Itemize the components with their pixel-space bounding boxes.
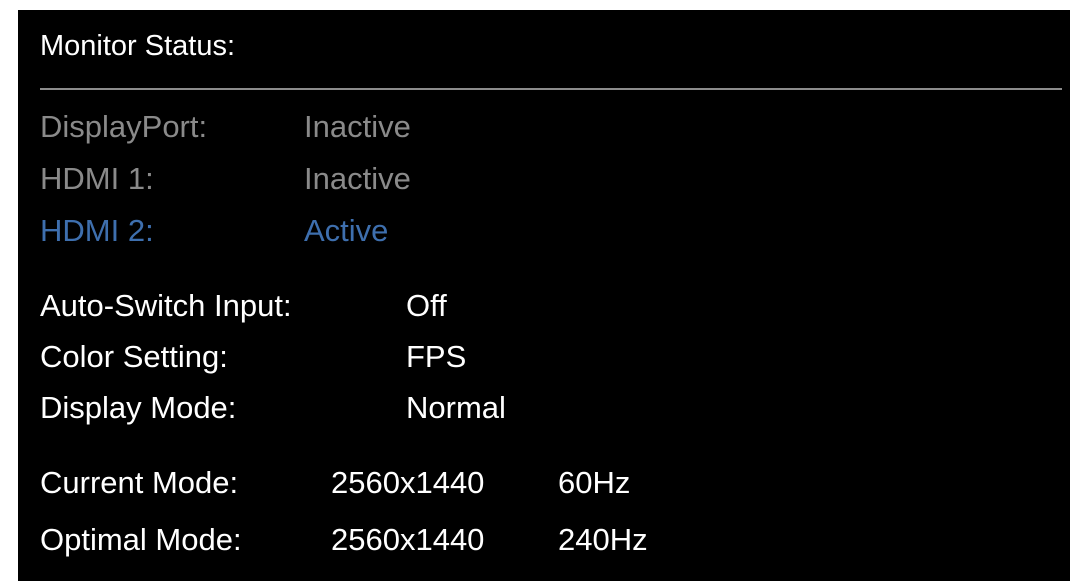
input-label: HDMI 1:	[40, 161, 154, 196]
input-label: DisplayPort:	[40, 109, 208, 144]
setting-value: Normal	[406, 390, 506, 425]
input-status: Active	[304, 213, 389, 248]
mode-label: Optimal Mode:	[40, 522, 242, 557]
mode-resolution: 2560x1440	[331, 522, 485, 557]
mode-resolution: 2560x1440	[331, 465, 485, 500]
input-label: HDMI 2:	[40, 213, 154, 248]
setting-label: Color Setting:	[40, 339, 228, 374]
input-status: Inactive	[304, 109, 411, 144]
setting-label: Display Mode:	[40, 390, 237, 425]
panel-title: Monitor Status:	[40, 30, 236, 62]
setting-value: Off	[406, 288, 447, 323]
mode-refresh-rate: 60Hz	[558, 465, 631, 500]
mode-label: Current Mode:	[40, 465, 239, 500]
setting-value: FPS	[406, 339, 467, 374]
monitor-status-panel: Monitor Status: DisplayPort: Inactive HD…	[18, 10, 1070, 581]
mode-refresh-rate: 240Hz	[558, 522, 648, 557]
input-status: Inactive	[304, 161, 411, 196]
title-divider	[40, 88, 1062, 90]
setting-label: Auto-Switch Input:	[40, 288, 292, 323]
